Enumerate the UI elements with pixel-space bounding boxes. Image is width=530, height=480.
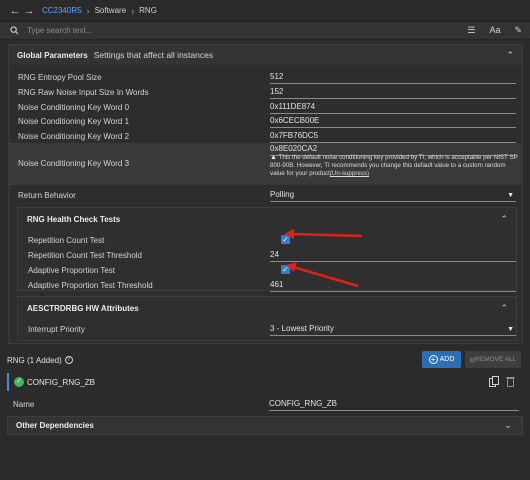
param-row-raw-noise: RNG Raw Noise Input Size In Words 152 <box>9 84 522 99</box>
select-value: 3 - Lowest Priority <box>270 324 335 333</box>
hw-attributes-title: AESCTRDRBG HW Attributes <box>27 303 139 313</box>
param-label: RNG Entropy Pool Size <box>18 73 102 82</box>
help-icon[interactable]: ? <box>64 356 73 364</box>
search-bar[interactable]: Type search text... ☰ Aa ✎ <box>0 22 530 40</box>
hw-attributes-panel: AESCTRDRBG HW Attributes ⌃ Interrupt Pri… <box>17 296 517 341</box>
unsuppress-link[interactable]: (Un-suppress) <box>330 170 369 177</box>
pin-icon[interactable]: ✎ <box>514 25 522 36</box>
rng-instances-title: RNG (1 Added) <box>7 355 62 365</box>
remove-all-button[interactable]: ⊟ REMOVE ALL <box>465 351 521 368</box>
empty-pane <box>0 436 530 480</box>
adaptive-threshold-input[interactable]: 461 <box>270 280 516 292</box>
repetition-threshold-input[interactable]: 24 <box>270 250 516 262</box>
param-row-return-behavior: Return Behavior Polling ▼ <box>9 187 522 202</box>
text-size-icon[interactable]: Aa <box>489 25 500 36</box>
plus-circle-icon: + <box>428 355 438 364</box>
other-dependencies-header[interactable]: Other Dependencies ⌄ <box>7 416 523 435</box>
search-icon <box>10 26 19 35</box>
copy-icon[interactable] <box>489 376 499 387</box>
param-label: RNG Raw Noise Input Size In Words <box>18 88 149 97</box>
health-tests-panel: RNG Health Check Tests ⌃ Repetition Coun… <box>17 207 517 292</box>
param-row-key-word-2: Noise Conditioning Key Word 2 0x7FB76DC5 <box>9 128 522 143</box>
param-row-key-word-0: Noise Conditioning Key Word 0 0x111DE874 <box>9 99 522 114</box>
add-button-label: ADD <box>439 356 455 363</box>
breadcrumb-separator-icon: › <box>86 5 90 16</box>
chevron-up-icon[interactable]: ⌃ <box>500 214 508 225</box>
check-circle-icon: ✓ <box>14 377 24 387</box>
param-row-entropy-pool: RNG Entropy Pool Size 512 <box>9 69 522 84</box>
breadcrumb-separator-icon: › <box>131 5 135 16</box>
rng-instance-row[interactable]: ✓ CONFIG_RNG_ZB <box>7 373 523 391</box>
chevron-up-icon[interactable]: ⌃ <box>506 50 514 61</box>
health-tests-title: RNG Health Check Tests <box>27 214 121 224</box>
name-label: Name <box>13 400 35 409</box>
repetition-count-test-label: Repetition Count Test <box>28 236 105 245</box>
remove-all-label: REMOVE ALL <box>475 356 517 363</box>
adaptive-proportion-test-label: Adaptive Proportion Test <box>28 266 116 275</box>
warning-icon: ▲ <box>270 154 277 161</box>
global-parameters-description: Settings that affect all instances <box>93 50 214 60</box>
repetition-threshold-label: Repetition Count Test Threshold <box>28 251 142 260</box>
warning-text: This the default noise conditioning key … <box>270 154 518 177</box>
param-label: Noise Conditioning Key Word 0 <box>18 103 130 112</box>
chevron-up-icon[interactable]: ⌃ <box>500 303 508 314</box>
dropdown-caret-icon: ▼ <box>507 326 514 333</box>
global-parameters-title: Global Parameters <box>17 50 88 60</box>
chevron-down-icon[interactable]: ⌄ <box>504 420 512 431</box>
instance-name-row: Name CONFIG_RNG_ZB <box>7 397 523 413</box>
param-label: Noise Conditioning Key Word 1 <box>18 117 130 126</box>
param-label: Return Behavior <box>18 191 76 200</box>
add-button[interactable]: + ADD <box>422 351 461 368</box>
param-input[interactable]: 0x6CECB00E <box>270 116 516 128</box>
adaptive-threshold-label: Adaptive Proportion Test Threshold <box>28 281 153 290</box>
instance-name: CONFIG_RNG_ZB <box>27 378 96 387</box>
param-label: Noise Conditioning Key Word 3 <box>18 159 130 168</box>
top-navigation-bar: ← → CC2340R5 › Software › RNG <box>0 0 530 22</box>
warning-message: ▲ This the default noise conditioning ke… <box>270 154 520 178</box>
dropdown-caret-icon: ▼ <box>507 192 514 199</box>
forward-arrow-icon[interactable]: → <box>22 5 36 17</box>
global-parameters-header[interactable]: Global Parameters Settings that affect a… <box>9 45 522 65</box>
global-parameters-panel: Global Parameters Settings that affect a… <box>8 44 523 344</box>
trash-icon[interactable] <box>506 376 515 387</box>
list-icon[interactable]: ☰ <box>467 25 475 36</box>
breadcrumb-rng: RNG <box>139 6 157 15</box>
param-row-key-word-1: Noise Conditioning Key Word 1 0x6CECB00E <box>9 113 522 128</box>
name-input[interactable]: CONFIG_RNG_ZB <box>269 399 519 411</box>
repetition-count-test-checkbox[interactable]: ✓ <box>281 235 290 244</box>
param-input[interactable]: 512 <box>270 72 516 84</box>
search-input[interactable]: Type search text... <box>27 26 92 35</box>
interrupt-priority-select[interactable]: 3 - Lowest Priority ▼ <box>270 324 516 336</box>
param-input[interactable]: 152 <box>270 87 516 99</box>
back-arrow-icon[interactable]: ← <box>8 5 22 17</box>
return-behavior-select[interactable]: Polling ▼ <box>270 190 516 202</box>
param-label: Noise Conditioning Key Word 2 <box>18 132 130 141</box>
param-input[interactable]: 0x7FB76DC5 <box>270 131 516 143</box>
interrupt-priority-label: Interrupt Priority <box>28 325 85 334</box>
select-value: Polling <box>270 190 295 199</box>
breadcrumb-software[interactable]: Software <box>95 6 127 15</box>
param-row-key-word-3: Noise Conditioning Key Word 3 0x8E020CA2… <box>9 143 522 185</box>
other-dependencies-title: Other Dependencies <box>16 421 94 430</box>
health-tests-header[interactable]: RNG Health Check Tests ⌃ <box>18 208 516 230</box>
breadcrumb-device-link[interactable]: CC2340R5 <box>42 6 82 15</box>
adaptive-proportion-test-checkbox[interactable]: ✓ <box>281 265 290 274</box>
hw-attributes-header[interactable]: AESCTRDRBG HW Attributes ⌃ <box>18 297 516 319</box>
